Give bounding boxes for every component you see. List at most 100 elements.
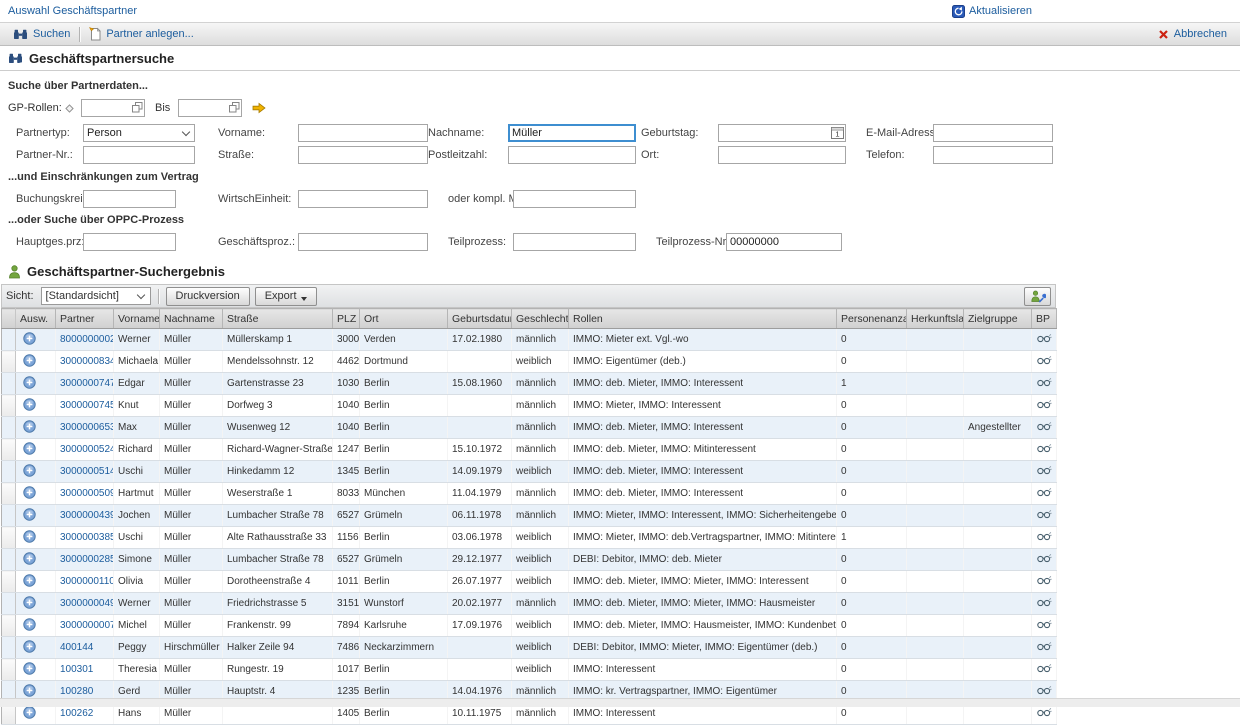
row-selector[interactable] [2, 351, 16, 373]
partner-link[interactable]: 400144 [60, 642, 93, 653]
bp-display-icon[interactable] [1037, 509, 1052, 519]
strasse-input[interactable] [298, 146, 428, 164]
column-header-plz[interactable]: PLZ [333, 309, 360, 329]
breadcrumb[interactable]: Auswahl Geschäftspartner [8, 5, 137, 17]
export-button[interactable]: Export [255, 287, 317, 306]
row-selector[interactable] [2, 527, 16, 549]
bp-display-icon[interactable] [1037, 641, 1052, 651]
bp-display-icon[interactable] [1037, 531, 1052, 541]
partner-link[interactable]: 3000000110 [60, 576, 114, 587]
column-header-geschlecht[interactable]: Geschlecht [512, 309, 569, 329]
select-partner-button[interactable] [23, 332, 36, 345]
partner-link[interactable]: 3000000747 [60, 378, 114, 389]
partner-link[interactable]: 100280 [60, 686, 93, 697]
partner-link[interactable]: 100262 [60, 708, 93, 719]
row-selector[interactable] [2, 549, 16, 571]
select-partner-button[interactable] [23, 552, 36, 565]
partner-link[interactable]: 3000000653 [60, 422, 114, 433]
bp-display-icon[interactable] [1037, 421, 1052, 431]
bp-display-icon[interactable] [1037, 487, 1052, 497]
row-selector[interactable] [2, 329, 16, 351]
select-partner-button[interactable] [23, 662, 36, 675]
column-header-geburtsdatum[interactable]: Geburtsdatum [448, 309, 512, 329]
teilprozessnr-input[interactable] [726, 233, 842, 251]
wirtscheinheit-input[interactable] [298, 190, 428, 208]
create-partner-button[interactable]: Partner anlegen... [82, 23, 200, 45]
row-selector[interactable] [2, 483, 16, 505]
vorname-input[interactable] [298, 124, 428, 142]
bp-display-icon[interactable] [1037, 707, 1052, 717]
column-header-rollen[interactable]: Rollen [569, 309, 837, 329]
row-selector[interactable] [2, 395, 16, 417]
bp-display-icon[interactable] [1037, 333, 1052, 343]
column-header-nachname[interactable]: Nachname [160, 309, 223, 329]
bp-display-icon[interactable] [1037, 619, 1052, 629]
row-selector[interactable] [2, 637, 16, 659]
partner-link[interactable]: 3000000834 [60, 356, 114, 367]
row-selector[interactable] [2, 659, 16, 681]
partner-link[interactable]: 100301 [60, 664, 93, 675]
select-partner-button[interactable] [23, 442, 36, 455]
column-header-personenanzahl[interactable]: Personenanzahl [837, 309, 907, 329]
calendar-icon[interactable]: 1 [831, 126, 844, 139]
ort-input[interactable] [718, 146, 846, 164]
partner-link[interactable]: 3000000745 [60, 400, 114, 411]
buchungskreis-input[interactable] [83, 190, 176, 208]
telefon-input[interactable] [933, 146, 1053, 164]
geschaeftsproz-input[interactable] [298, 233, 428, 251]
select-partner-button[interactable] [23, 618, 36, 631]
row-selector[interactable] [2, 593, 16, 615]
partner-link[interactable]: 3000000514 [60, 466, 114, 477]
geburtstag-input[interactable] [718, 124, 846, 142]
print-version-button[interactable]: Druckversion [166, 287, 250, 306]
partner-link[interactable]: 3000000509 [60, 488, 114, 499]
partnertyp-select[interactable]: Person [83, 124, 195, 142]
cancel-button[interactable]: Abbrechen [1151, 23, 1234, 45]
partner-link[interactable]: 3000000049 [60, 598, 114, 609]
bp-display-icon[interactable] [1037, 399, 1052, 409]
partner-link[interactable]: 3000000524 [60, 444, 114, 455]
mvnr-input[interactable] [513, 190, 636, 208]
select-partner-button[interactable] [23, 508, 36, 521]
bp-display-icon[interactable] [1037, 575, 1052, 585]
partner-link[interactable]: 3000000007 [60, 620, 114, 631]
bp-display-icon[interactable] [1037, 553, 1052, 563]
bp-display-icon[interactable] [1037, 355, 1052, 365]
partner-link[interactable]: 3000000385 [60, 532, 114, 543]
select-partner-button[interactable] [23, 354, 36, 367]
column-header-strasse[interactable]: Straße [223, 309, 333, 329]
partner-link[interactable]: 8000000002 [60, 334, 114, 345]
multiple-selection-arrow-icon[interactable] [252, 102, 266, 114]
bp-display-icon[interactable] [1037, 685, 1052, 695]
bp-display-icon[interactable] [1037, 663, 1052, 673]
select-partner-button[interactable] [23, 398, 36, 411]
bp-display-icon[interactable] [1037, 465, 1052, 475]
value-help-icon[interactable] [132, 102, 143, 113]
table-settings-button[interactable] [1024, 287, 1051, 306]
value-help-icon[interactable] [229, 102, 240, 113]
row-selector[interactable] [2, 439, 16, 461]
teilprozess-input[interactable] [513, 233, 636, 251]
search-button[interactable]: Suchen [6, 23, 77, 45]
select-partner-button[interactable] [23, 596, 36, 609]
partner-link[interactable]: 3000000285 [60, 554, 114, 565]
bp-display-icon[interactable] [1037, 377, 1052, 387]
row-selector[interactable] [2, 615, 16, 637]
refresh-button[interactable]: Aktualisieren [952, 5, 1032, 18]
email-input[interactable] [933, 124, 1053, 142]
column-header-partner[interactable]: Partner [56, 309, 114, 329]
bp-display-icon[interactable] [1037, 597, 1052, 607]
row-selector[interactable] [2, 417, 16, 439]
row-selector[interactable] [2, 571, 16, 593]
select-partner-button[interactable] [23, 376, 36, 389]
column-header-zielgruppe[interactable]: Zielgruppe [964, 309, 1032, 329]
postleitzahl-input[interactable] [508, 146, 636, 164]
column-header-vorname[interactable]: Vorname [114, 309, 160, 329]
nachname-input[interactable] [508, 124, 636, 142]
select-partner-button[interactable] [23, 574, 36, 587]
select-partner-button[interactable] [23, 486, 36, 499]
select-partner-button[interactable] [23, 464, 36, 477]
row-selector[interactable] [2, 373, 16, 395]
bp-display-icon[interactable] [1037, 443, 1052, 453]
column-header-ausw[interactable]: Ausw. [16, 309, 56, 329]
